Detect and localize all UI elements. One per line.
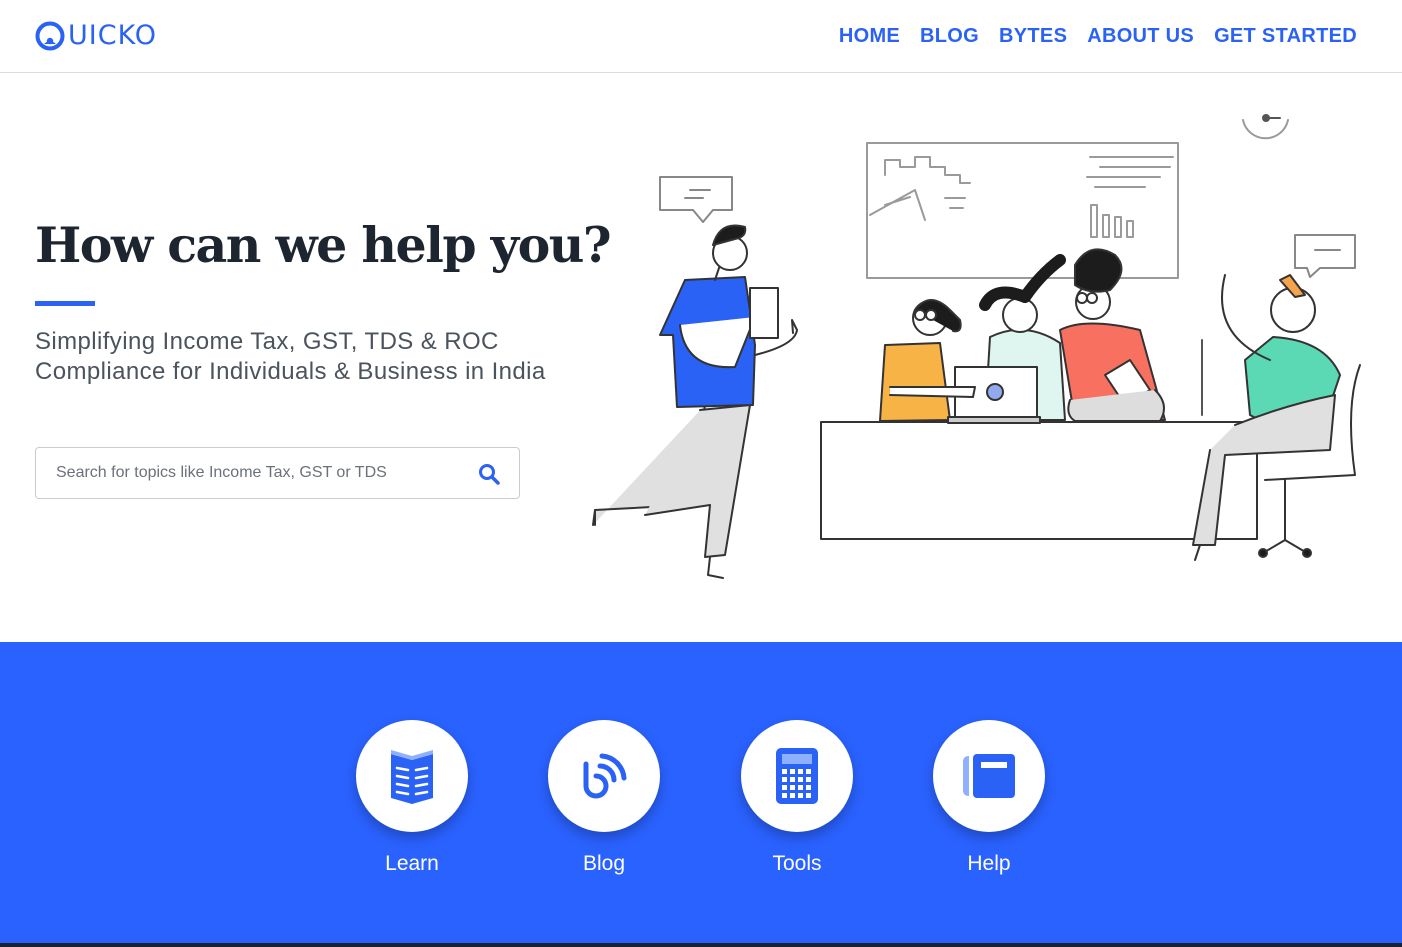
category-help[interactable]: Help [933, 720, 1045, 876]
blog-label[interactable]: Blog [548, 852, 660, 876]
page-title: How can we help you? [35, 216, 612, 274]
bottom-edge [0, 943, 1402, 947]
nav-get-started[interactable]: GET STARTED [1214, 22, 1357, 50]
category-learn[interactable]: Learn [356, 720, 468, 876]
calculator-icon [776, 748, 818, 804]
category-tools[interactable]: Tools [741, 720, 853, 876]
nav-bytes[interactable]: BYTES [999, 22, 1067, 50]
book-icon [391, 750, 433, 804]
search-box [35, 447, 520, 499]
main-nav: HOME BLOG BYTES ABOUT US GET STARTED [839, 22, 1357, 50]
search-icon[interactable] [477, 462, 501, 486]
tools-label[interactable]: Tools [741, 852, 853, 876]
blog-circle-button[interactable] [548, 720, 660, 832]
help-label[interactable]: Help [933, 852, 1045, 876]
help-circle-button[interactable] [933, 720, 1045, 832]
site-header: UICKO HOME BLOG BYTES ABOUT US GET START… [0, 0, 1402, 73]
logo-text: UICKO [68, 20, 158, 51]
nav-about-us[interactable]: ABOUT US [1087, 22, 1194, 50]
hero-subtitle: Simplifying Income Tax, GST, TDS & ROC C… [35, 328, 546, 385]
quicko-logo[interactable]: UICKO [34, 19, 157, 53]
nav-blog[interactable]: BLOG [920, 22, 979, 50]
learn-label[interactable]: Learn [356, 852, 468, 876]
help-notebook-icon [963, 754, 1015, 798]
learn-circle-button[interactable] [356, 720, 468, 832]
office-team-illustration [592, 114, 1361, 579]
tools-circle-button[interactable] [741, 720, 853, 832]
logo-q-icon [35, 21, 65, 51]
title-underline [35, 301, 95, 306]
search-input[interactable] [36, 448, 466, 498]
nav-home[interactable]: HOME [839, 22, 900, 50]
category-band: Learn Blog Tools Help [0, 642, 1402, 947]
category-blog[interactable]: Blog [548, 720, 660, 876]
blog-feed-icon [583, 753, 627, 799]
